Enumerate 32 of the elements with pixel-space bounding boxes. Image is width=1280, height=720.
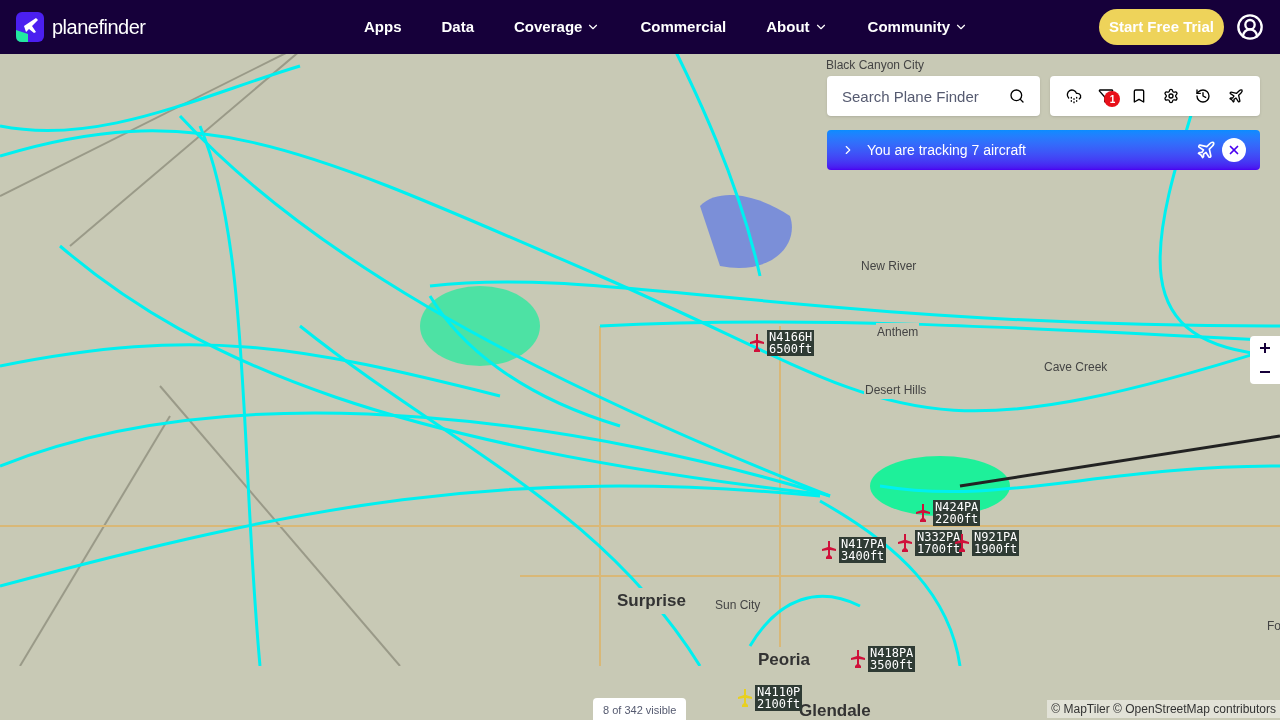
close-button[interactable] [1222, 138, 1246, 162]
filter-count-badge: 1 [1104, 91, 1121, 107]
plane-icon [1196, 140, 1216, 160]
map-attribution: © MapTiler © OpenStreetMap contributors [1047, 700, 1280, 718]
aircraft-label[interactable]: N424PA 2200ft [933, 500, 981, 526]
aircraft-label[interactable]: N4166H 6500ft [767, 330, 815, 356]
aircraft-label[interactable]: N332PA 1700ft [915, 530, 963, 556]
aircraft-label[interactable]: N417PA 3400ft [839, 537, 887, 563]
account-icon[interactable] [1236, 13, 1264, 41]
weather-icon[interactable] [1066, 88, 1083, 104]
nav-link[interactable]: Commercial [640, 15, 727, 39]
aircraft-label[interactable]: N921PA 1900ft [972, 530, 1020, 556]
nav-link[interactable]: Coverage [514, 15, 583, 39]
nav-link[interactable]: Apps [364, 15, 402, 39]
search-icon[interactable] [1009, 88, 1025, 104]
nav-link[interactable]: Community [867, 15, 951, 39]
zoom-in-icon[interactable] [1260, 343, 1270, 353]
history-icon[interactable] [1195, 88, 1212, 104]
tracking-text: You are tracking 7 aircraft [867, 140, 1026, 160]
map-place-label: Surprise [616, 588, 687, 614]
aircraft-label[interactable]: N418PA 3500ft [868, 646, 916, 672]
close-icon [1227, 143, 1241, 157]
settings-icon[interactable] [1163, 88, 1180, 104]
plane-logo-icon [16, 12, 44, 42]
nav-link[interactable]: About [766, 15, 810, 39]
plane-icon[interactable] [1227, 88, 1244, 104]
tracking-banner[interactable]: You are tracking 7 aircraft [827, 130, 1260, 170]
aircraft-label[interactable]: N4110P 2100ft [755, 685, 803, 711]
nav-link[interactable]: Data [441, 15, 474, 39]
visible-count: 8 of 342 visible [593, 698, 687, 720]
logo-wordmark: planefinder [52, 15, 146, 40]
search-field[interactable]: Search Plane Finder [827, 76, 1040, 116]
